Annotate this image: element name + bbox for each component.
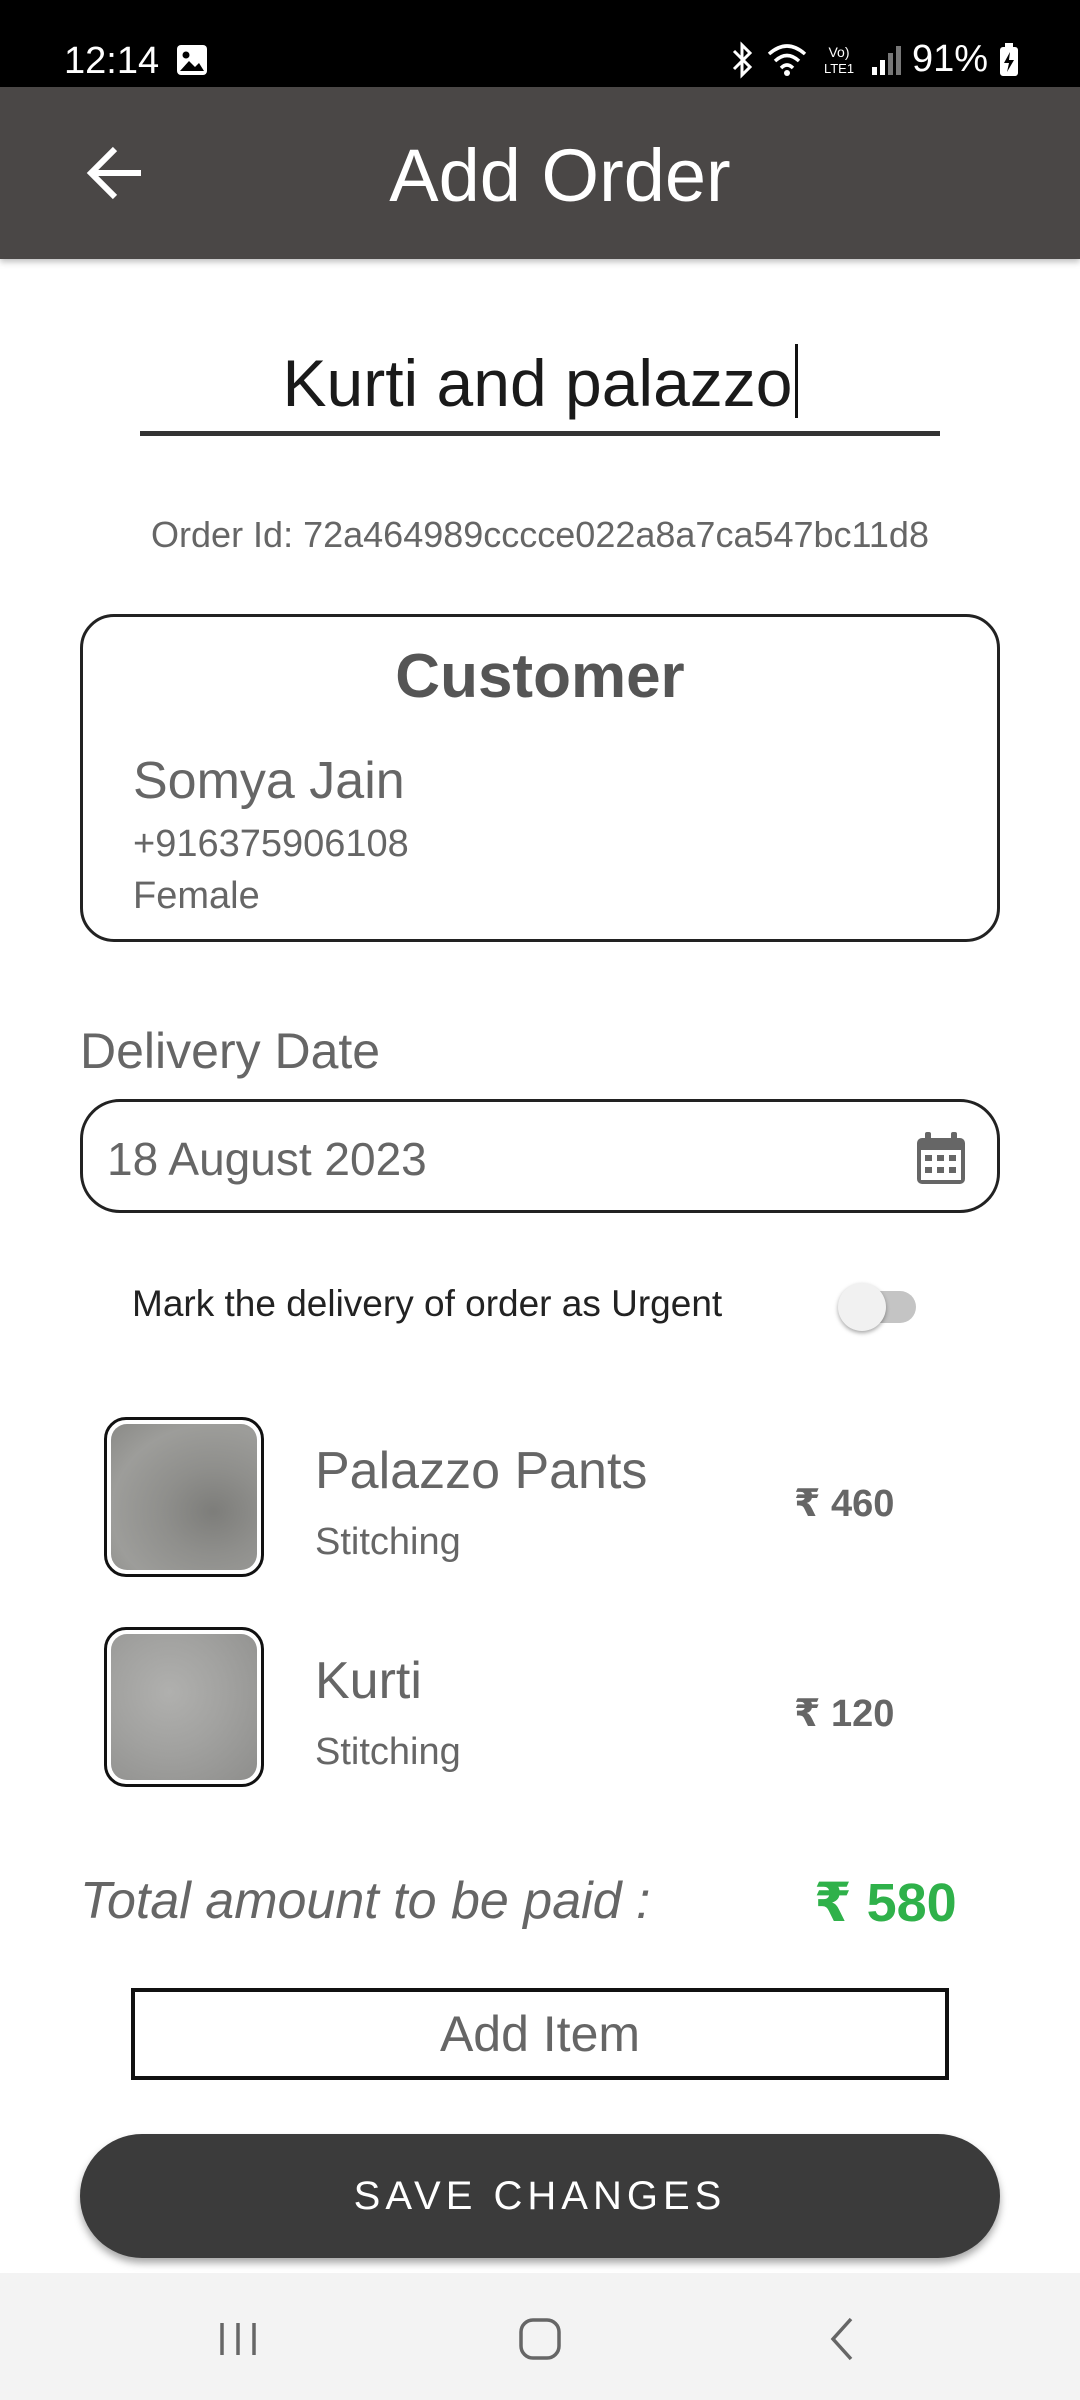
delivery-date-label: Delivery Date xyxy=(80,1023,381,1079)
item-price: ₹ 460 xyxy=(794,1483,895,1525)
item-service: Stitching xyxy=(315,1521,461,1563)
item-price: ₹ 120 xyxy=(794,1693,895,1735)
status-time: 12:14 xyxy=(64,40,160,82)
customer-card[interactable]: Customer Somya Jain +916375906108 Female xyxy=(80,614,1000,942)
home-button[interactable] xyxy=(500,2309,580,2369)
app-bar: Add Order xyxy=(0,87,1080,259)
recent-apps-icon xyxy=(220,2323,256,2355)
status-bar: 12:14 Vo) LTE1 91% xyxy=(0,0,1080,87)
wifi-icon xyxy=(767,43,807,76)
item-image xyxy=(104,1417,264,1577)
total-label: Total amount to be paid : xyxy=(80,1872,651,1930)
calendar-icon[interactable] xyxy=(915,1130,967,1186)
status-icons: Vo) LTE1 91% xyxy=(730,38,1020,81)
toggle-thumb xyxy=(838,1283,886,1331)
urgent-label: Mark the delivery of order as Urgent xyxy=(132,1283,723,1324)
text-cursor xyxy=(794,344,798,418)
bluetooth-icon xyxy=(732,40,753,79)
battery-percent: 91% xyxy=(911,38,988,80)
recent-apps-button[interactable] xyxy=(198,2309,278,2369)
arrow-left-icon xyxy=(86,146,141,200)
order-item[interactable]: Palazzo Pants Stitching ₹ 460 xyxy=(0,1417,1080,1577)
customer-phone: +916375906108 xyxy=(133,823,409,865)
urgent-toggle[interactable] xyxy=(838,1281,920,1331)
svg-text:LTE1: LTE1 xyxy=(824,61,854,76)
order-item[interactable]: Kurti Stitching ₹ 120 xyxy=(0,1627,1080,1787)
customer-name: Somya Jain xyxy=(133,752,405,810)
item-image xyxy=(104,1627,264,1787)
back-button[interactable] xyxy=(80,140,150,206)
svg-text:Vo): Vo) xyxy=(828,44,849,60)
delivery-date-value: 18 August 2023 xyxy=(107,1133,427,1185)
order-id: Order Id: 72a464989cccce022a8a7ca547bc11… xyxy=(151,514,929,555)
page-title: Add Order xyxy=(389,134,731,217)
home-icon xyxy=(519,2318,561,2360)
battery-charging-icon xyxy=(1000,42,1018,76)
order-name-field[interactable]: Kurti and palazzo xyxy=(140,330,940,436)
volte-icon: Vo) LTE1 xyxy=(824,44,854,76)
chevron-left-icon xyxy=(830,2317,853,2361)
item-name: Kurti xyxy=(315,1652,422,1710)
system-nav-bar xyxy=(0,2273,1080,2400)
gallery-notification-icon xyxy=(177,45,207,75)
order-name-input[interactable]: Kurti and palazzo xyxy=(283,346,793,420)
signal-icon xyxy=(871,45,901,75)
customer-title: Customer xyxy=(395,642,685,711)
add-item-button[interactable]: Add Item xyxy=(131,1988,949,2080)
save-changes-button[interactable]: SAVE CHANGES xyxy=(80,2134,1000,2258)
nav-back-button[interactable] xyxy=(802,2309,882,2369)
customer-gender: Female xyxy=(133,875,260,917)
delivery-date-field[interactable]: 18 August 2023 xyxy=(80,1099,1000,1213)
item-name: Palazzo Pants xyxy=(315,1442,648,1500)
item-service: Stitching xyxy=(315,1731,461,1773)
total-amount: ₹ 580 xyxy=(814,1873,957,1933)
